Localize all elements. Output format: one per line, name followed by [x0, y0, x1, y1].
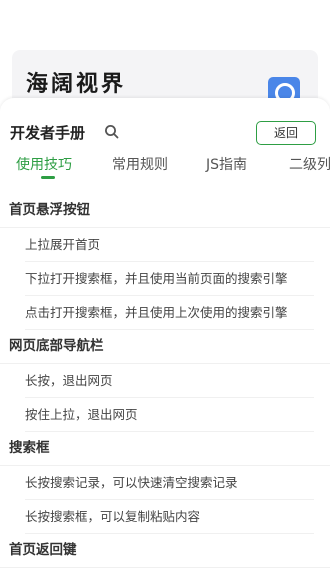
developer-manual-sheet: 开发者手册 返回 使用技巧 常用规则 JS指南 二级列 首页悬浮按钮 上拉展开首… — [0, 98, 330, 580]
list-item[interactable]: 下拉打开搜索框，并且使用当前页面的搜索引擎 — [25, 262, 314, 296]
back-button[interactable]: 返回 — [256, 121, 316, 145]
active-tab-indicator — [41, 176, 55, 179]
section-heading: 首页返回键 — [0, 534, 330, 568]
app-title: 海阔视界 — [26, 72, 127, 97]
list-item[interactable]: 长按搜索框，可以复制粘贴内容 — [25, 500, 314, 534]
section-heading: 搜索框 — [0, 432, 330, 466]
section-heading: 网页底部导航栏 — [0, 330, 330, 364]
tab-js-guide[interactable]: JS指南 — [206, 154, 247, 174]
tab-secondary-list[interactable]: 二级列 — [289, 154, 330, 174]
list-item[interactable]: 上拉展开首页 — [25, 228, 314, 262]
list-item[interactable]: 长按搜索记录，可以快速清空搜索记录 — [25, 466, 314, 500]
manual-content: 首页悬浮按钮 上拉展开首页 下拉打开搜索框，并且使用当前页面的搜索引擎 点击打开… — [0, 194, 330, 568]
list-item[interactable]: 点击打开搜索框，并且使用上次使用的搜索引擎 — [25, 296, 314, 330]
tab-bar: 使用技巧 常用规则 JS指南 二级列 — [0, 150, 330, 182]
list-item[interactable]: 按住上拉，退出网页 — [25, 398, 314, 432]
list-item[interactable]: 长按，退出网页 — [25, 364, 314, 398]
sheet-title: 开发者手册 — [10, 124, 86, 142]
search-icon[interactable] — [104, 124, 120, 140]
section-heading: 首页悬浮按钮 — [0, 194, 330, 228]
tab-common-rules[interactable]: 常用规则 — [112, 154, 168, 174]
tab-usage-tips[interactable]: 使用技巧 — [16, 154, 72, 174]
sheet-header: 开发者手册 返回 — [0, 98, 330, 145]
